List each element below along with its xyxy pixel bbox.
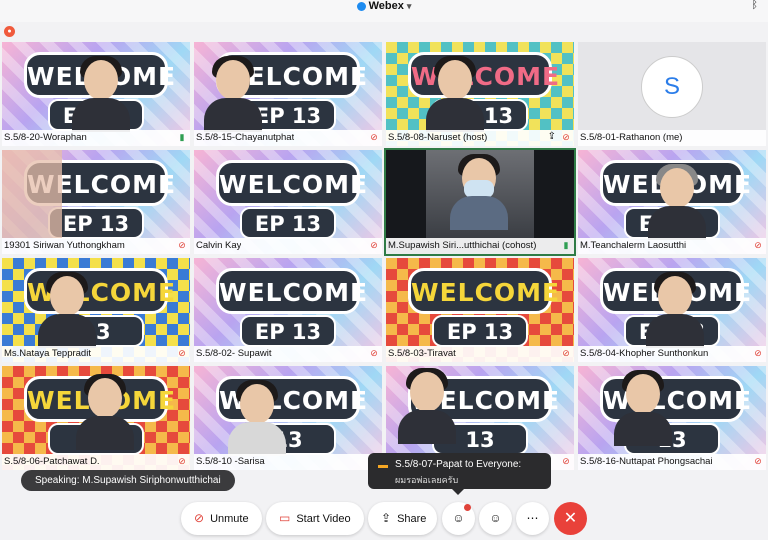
video-off-icon: ▭: [279, 511, 291, 525]
avatar: S: [641, 56, 703, 118]
participant-video: [426, 56, 484, 132]
active-speaker-tile[interactable]: M.Supawish Siri...utthichai (cohost) ▮: [384, 148, 576, 256]
participant-name: M.Supawish Siri...utthichai (cohost): [388, 240, 537, 251]
participant-name: S.5/8-03-Tiravat: [388, 348, 456, 359]
participant-tile[interactable]: WELCOME 13 S.5/8-10 -Sarisa⊘: [194, 366, 382, 470]
blurred-hand: [2, 150, 62, 238]
participant-tile[interactable]: S S.5/8-01-Rathanon (me): [578, 42, 766, 146]
participant-name: S.5/8-16-Nuttapat Phongsachai: [580, 456, 713, 467]
mic-off-icon: ⊘: [370, 132, 378, 142]
share-icon: ⇪: [381, 511, 392, 525]
mic-off-icon: ⊘: [754, 348, 762, 358]
participant-name: S.5/8-04-Khopher Sunthonkun: [580, 348, 709, 359]
participant-tile[interactable]: WELCOME EP 13 S.5/8-03-Tiravat ⊘: [386, 258, 574, 362]
mic-off-icon: ⊘: [754, 456, 762, 466]
mic-off-icon: ⊘: [562, 456, 570, 466]
participant-video: [228, 380, 286, 456]
participant-video: [76, 374, 142, 454]
participant-tile[interactable]: WELCOME EP 13 S.5/8-04-Khopher Sunthonku…: [578, 258, 766, 362]
participant-tile[interactable]: WELCOME EP 13 Calvin Kay ⊘: [194, 150, 382, 254]
participant-video: [38, 272, 96, 348]
participant-tile[interactable]: WELCOME EP 13 S.5/8-08-Naruset (host)⇪⊘: [386, 42, 574, 146]
leave-meeting-button[interactable]: ✕: [554, 502, 587, 535]
participant-tile[interactable]: WELCOME 13 S.5/8-16-Nuttapat Phongsachai…: [578, 366, 766, 470]
ep-sign: EP 13: [240, 315, 336, 347]
participant-tile[interactable]: WELCOME EP 13 S.5/8-20-Woraphan▮: [2, 42, 190, 146]
participant-tile[interactable]: WELCOME EP 13 19301 Siriwan Yuthongkham ⊘: [2, 150, 190, 254]
participant-name: Calvin Kay: [196, 240, 242, 251]
share-screen-icon: ⇪: [547, 131, 556, 142]
welcome-sign: WELCOME: [408, 268, 559, 314]
ep-sign: EP 13: [432, 315, 528, 347]
participant-tile[interactable]: WELCOME EP S.5/8-06-Patchawat D.⊘: [2, 366, 190, 470]
mic-off-icon: ⊘: [178, 348, 186, 358]
mic-off-icon: ⊘: [370, 240, 378, 250]
participants-button[interactable]: ☺: [442, 502, 475, 535]
webex-meeting-window: Webex▾ ᛒ ● WELCOME EP 13 S.5/8-20-Woraph…: [0, 0, 768, 540]
welcome-sign: WELCOME: [216, 268, 367, 314]
participant-name: S.5/8-02- Supawit: [196, 348, 272, 359]
participant-video: [646, 272, 704, 348]
app-title-menu[interactable]: Webex ▾: [0, 0, 768, 12]
participant-tile[interactable]: WELCOME EP 13 S.5/8-15-Chayanutphat ⊘: [194, 42, 382, 146]
chevron-down-icon: ▾: [406, 1, 412, 11]
mic-off-icon: ⊘: [562, 348, 570, 358]
notification-badge: [464, 504, 471, 511]
participant-name: S.5/8-08-Naruset (host): [388, 132, 488, 143]
participant-video: [614, 370, 684, 454]
participant-name: S.5/8-15-Chayanutphat: [196, 132, 295, 143]
chat-notification[interactable]: ▬ S.5/8-07-Papat to Everyone: ผมรอพ่อเลย…: [368, 453, 551, 495]
more-icon: ⋯: [526, 511, 539, 525]
top-bar: Webex ▾ ᛒ: [0, 0, 768, 22]
app-title: Webex: [368, 0, 404, 12]
participant-video: [450, 154, 512, 238]
ep-sign: EP 13: [240, 207, 336, 239]
more-options-button[interactable]: ⋯: [516, 502, 549, 535]
mic-on-icon: ▮: [563, 240, 569, 250]
chat-message-icon: ▬: [378, 460, 388, 471]
participant-tile[interactable]: WELCOME 13 Ms.Nataya Teppradit ⊘: [2, 258, 190, 362]
participants-icon: ☺: [452, 511, 465, 525]
bluetooth-icon: ᛒ: [751, 0, 758, 11]
participant-name: 19301 Siriwan Yuthongkham: [4, 240, 125, 251]
mic-off-icon: ⊘: [178, 240, 186, 250]
unmute-button[interactable]: ⊘ Unmute: [181, 502, 262, 535]
participant-name: S.5/8-10 -Sarisa: [196, 456, 265, 467]
participant-video: [398, 368, 468, 454]
close-icon: ✕: [563, 510, 578, 527]
recording-indicator-icon: ●: [4, 26, 15, 37]
chat-sender: S.5/8-07-Papat to Everyone:: [395, 459, 522, 470]
speaking-indicator: Speaking: M.Supawish Siriphonwutthichai: [21, 470, 235, 491]
mic-off-icon: ⊘: [754, 240, 762, 250]
ep-sign: EP 13: [48, 207, 144, 239]
start-video-button[interactable]: ▭ Start Video: [266, 502, 364, 535]
participant-name: S.5/8-01-Rathanon (me): [580, 132, 683, 143]
welcome-sign: WELCOME: [216, 160, 367, 206]
participant-video: [72, 56, 130, 132]
participant-name: S.5/8-20-Woraphan: [4, 132, 87, 143]
chat-message: ผมรอพ่อเลยครับ: [395, 475, 459, 485]
participant-tile[interactable]: WELCOME EP 13 S.5/8-02- Supawit ⊘: [194, 258, 382, 362]
participant-name: M.Teanchalerm Laosutthi: [580, 240, 687, 251]
participant-name: Ms.Nataya Teppradit: [4, 348, 91, 359]
webex-logo-icon: [356, 1, 366, 11]
mic-off-icon: ⊘: [178, 456, 186, 466]
mic-off-icon: ⊘: [562, 132, 570, 142]
participant-name: S.5/8-06-Patchawat D.: [4, 456, 100, 467]
reactions-button[interactable]: ☺: [479, 502, 512, 535]
share-button[interactable]: ⇪ Share: [368, 502, 437, 535]
participant-tile[interactable]: WELCOME EP 13 M.Teanchalerm Laosutthi⊘: [578, 150, 766, 254]
emoji-icon: ☺: [489, 511, 502, 525]
mic-on-icon: ▮: [179, 132, 185, 142]
participant-video: [204, 56, 262, 132]
participant-video: [648, 164, 706, 240]
mic-off-icon: ⊘: [194, 511, 205, 525]
mic-off-icon: ⊘: [370, 348, 378, 358]
